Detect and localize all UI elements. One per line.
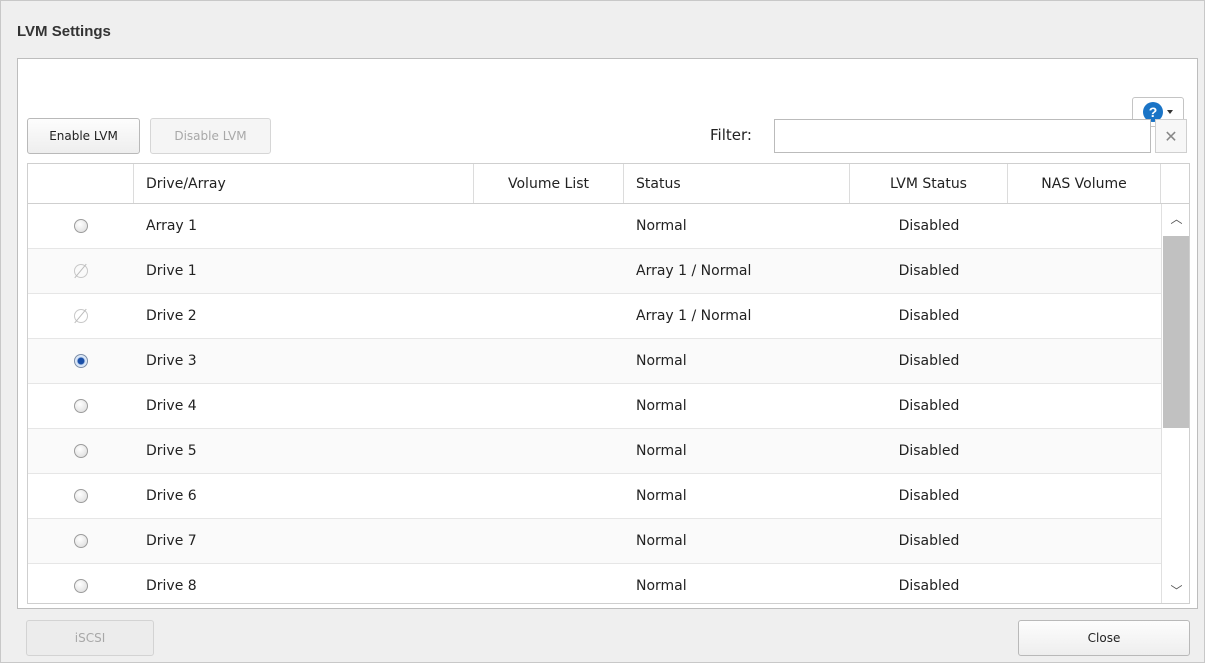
table-row[interactable]: Drive 5 Normal Disabled xyxy=(28,429,1161,474)
status-cell: Normal xyxy=(636,488,687,504)
volume-list-cell xyxy=(474,294,624,338)
drive-table: Drive/Array Volume List Status LVM Statu… xyxy=(27,163,1190,604)
drive-name-cell: Drive 6 xyxy=(146,488,197,504)
table-row[interactable]: Drive 4 Normal Disabled xyxy=(28,384,1161,429)
drive-name-cell: Drive 5 xyxy=(146,443,197,459)
column-header-volume-list[interactable]: Volume List xyxy=(474,164,624,203)
drive-name-cell: Drive 2 xyxy=(146,308,197,324)
clear-filter-icon[interactable]: ✕ xyxy=(1155,119,1187,153)
table-row[interactable]: Drive 3 Normal Disabled xyxy=(28,339,1161,384)
drive-name-cell: Drive 1 xyxy=(146,263,197,279)
row-select-cell xyxy=(28,294,134,338)
nas-volume-cell xyxy=(1008,429,1161,473)
table-header: Drive/Array Volume List Status LVM Statu… xyxy=(28,164,1189,204)
lvm-status-cell: Disabled xyxy=(898,353,960,369)
scroll-up-icon[interactable]: ︿ xyxy=(1162,204,1189,232)
scrollbar-thumb[interactable] xyxy=(1163,236,1189,428)
row-select-cell xyxy=(28,564,134,603)
lvm-status-cell: Disabled xyxy=(898,578,960,594)
column-header-select xyxy=(28,164,134,203)
nas-volume-cell xyxy=(1008,339,1161,383)
volume-list-cell xyxy=(474,204,624,248)
column-header-drive[interactable]: Drive/Array xyxy=(134,164,474,203)
volume-list-cell xyxy=(474,384,624,428)
table-row[interactable]: Drive 8 Normal Disabled xyxy=(28,564,1161,603)
row-select-cell xyxy=(28,384,134,428)
lvm-status-cell: Disabled xyxy=(898,533,960,549)
nas-volume-cell xyxy=(1008,519,1161,563)
column-header-nas-volume[interactable]: NAS Volume xyxy=(1008,164,1161,203)
scroll-down-icon[interactable]: ﹀ xyxy=(1162,576,1189,603)
dialog-title: LVM Settings xyxy=(17,23,111,40)
table-row[interactable]: Drive 2 Array 1 / Normal Disabled xyxy=(28,294,1161,339)
table-row[interactable]: Drive 6 Normal Disabled xyxy=(28,474,1161,519)
nas-volume-cell xyxy=(1008,564,1161,603)
row-radio-button[interactable] xyxy=(74,489,88,503)
lvm-status-cell: Disabled xyxy=(898,488,960,504)
main-panel: ? Enable LVM Disable LVM Filter: ✕ Drive… xyxy=(17,58,1198,609)
enable-lvm-button[interactable]: Enable LVM xyxy=(27,118,140,154)
status-cell: Normal xyxy=(636,353,687,369)
disable-lvm-button[interactable]: Disable LVM xyxy=(150,118,271,154)
column-header-status[interactable]: Status xyxy=(624,164,850,203)
nas-volume-cell xyxy=(1008,384,1161,428)
volume-list-cell xyxy=(474,474,624,518)
drive-name-cell: Array 1 xyxy=(146,218,198,234)
row-select-cell xyxy=(28,429,134,473)
volume-list-cell xyxy=(474,519,624,563)
nas-volume-cell xyxy=(1008,249,1161,293)
table-row[interactable]: Drive 7 Normal Disabled xyxy=(28,519,1161,564)
lvm-status-cell: Disabled xyxy=(898,263,960,279)
volume-list-cell xyxy=(474,339,624,383)
row-select-cell xyxy=(28,474,134,518)
radio-unavailable-icon xyxy=(74,264,88,278)
iscsi-button[interactable]: iSCSI xyxy=(26,620,154,656)
volume-list-cell xyxy=(474,429,624,473)
vertical-scrollbar[interactable]: ︿ ﹀ xyxy=(1161,204,1189,603)
lvm-status-cell: Disabled xyxy=(898,443,960,459)
nas-volume-cell xyxy=(1008,204,1161,248)
table-body: Array 1 Normal Disabled Drive 1 Array 1 / No… xyxy=(28,204,1161,603)
status-cell: Normal xyxy=(636,443,687,459)
lvm-status-cell: Disabled xyxy=(898,218,960,234)
caret-down-icon xyxy=(1167,110,1173,114)
status-cell: Array 1 / Normal xyxy=(636,308,752,324)
nas-volume-cell xyxy=(1008,474,1161,518)
lvm-settings-dialog: LVM Settings ? Enable LVM Disable LVM Fi… xyxy=(0,0,1205,663)
row-select-cell xyxy=(28,339,134,383)
row-radio-button[interactable] xyxy=(74,444,88,458)
table-row[interactable]: Array 1 Normal Disabled xyxy=(28,204,1161,249)
volume-list-cell xyxy=(474,249,624,293)
row-radio-button[interactable] xyxy=(74,534,88,548)
status-cell: Normal xyxy=(636,398,687,414)
drive-name-cell: Drive 4 xyxy=(146,398,197,414)
volume-list-cell xyxy=(474,564,624,603)
status-cell: Normal xyxy=(636,533,687,549)
close-button[interactable]: Close xyxy=(1018,620,1190,656)
table-row[interactable]: Drive 1 Array 1 / Normal Disabled xyxy=(28,249,1161,294)
row-select-cell xyxy=(28,249,134,293)
row-radio-button[interactable] xyxy=(74,354,88,368)
row-radio-button[interactable] xyxy=(74,579,88,593)
drive-name-cell: Drive 3 xyxy=(146,353,197,369)
lvm-status-cell: Disabled xyxy=(898,308,960,324)
radio-unavailable-icon xyxy=(74,309,88,323)
row-select-cell xyxy=(28,519,134,563)
status-cell: Array 1 / Normal xyxy=(636,263,752,279)
filter-input[interactable] xyxy=(774,119,1151,153)
filter-label: Filter: xyxy=(710,126,752,144)
status-cell: Normal xyxy=(636,578,687,594)
lvm-status-cell: Disabled xyxy=(898,398,960,414)
drive-name-cell: Drive 8 xyxy=(146,578,197,594)
nas-volume-cell xyxy=(1008,294,1161,338)
row-radio-button[interactable] xyxy=(74,399,88,413)
drive-name-cell: Drive 7 xyxy=(146,533,197,549)
row-radio-button[interactable] xyxy=(74,219,88,233)
column-header-lvm-status[interactable]: LVM Status xyxy=(850,164,1008,203)
status-cell: Normal xyxy=(636,218,687,234)
row-select-cell xyxy=(28,204,134,248)
